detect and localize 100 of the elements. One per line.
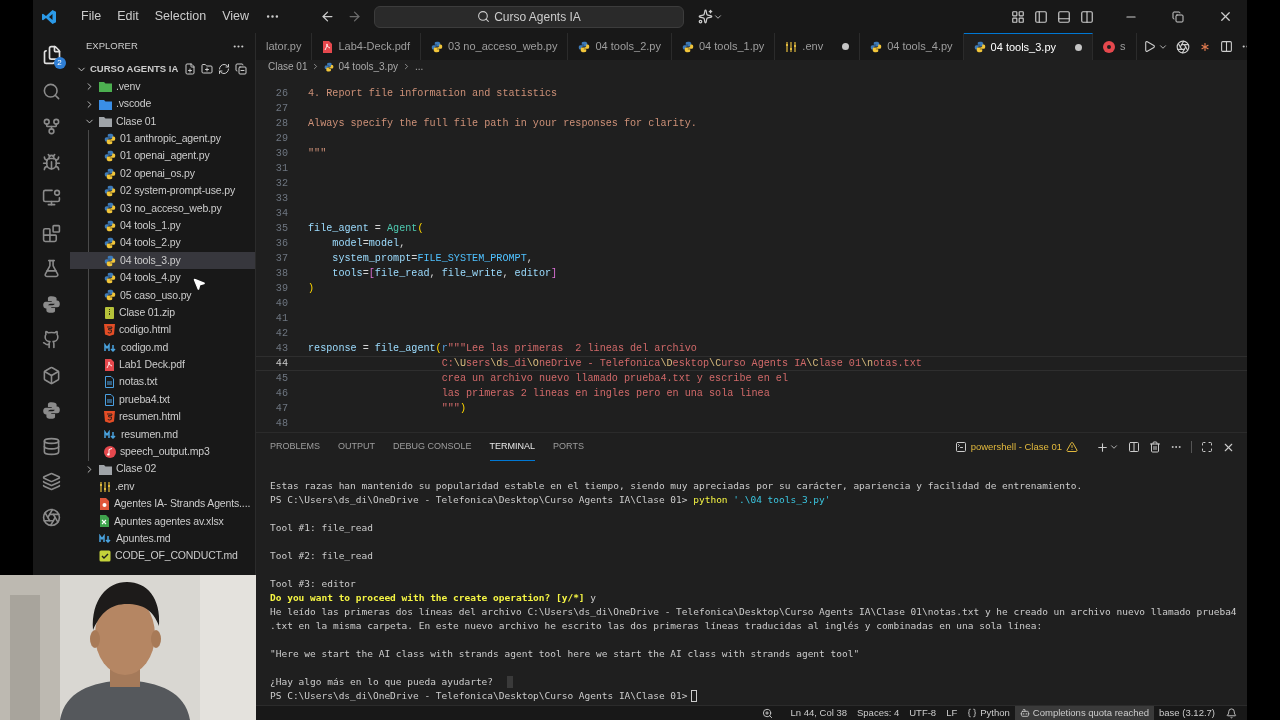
tree-item[interactable]: Clase 01 (70, 112, 255, 131)
editor-tab[interactable]: lator.py (256, 33, 313, 60)
tree-item[interactable]: 01 anthropic_agent.py (70, 130, 255, 148)
restore-icon[interactable] (1172, 10, 1184, 23)
tree-item[interactable]: 01 openai_agent.py (70, 147, 255, 165)
status-item[interactable]: Ln 44, Col 38 (785, 706, 852, 720)
split-icon[interactable] (1080, 9, 1094, 24)
line-number: 38 (274, 266, 288, 281)
tree-item[interactable]: .venv (70, 78, 255, 96)
breadcrumb-item[interactable]: 04 tools_3.py (338, 59, 398, 74)
tree-item[interactable]: CODE_OF_CONDUCT.md (70, 547, 255, 565)
tree-item[interactable]: 04 tools_3.py (70, 251, 255, 270)
maximize-icon[interactable] (1201, 441, 1213, 453)
folder-icon (99, 98, 112, 110)
box-icon[interactable] (42, 365, 61, 385)
breadcrumb-item[interactable]: ... (414, 59, 424, 74)
flask-icon[interactable] (42, 259, 61, 278)
tree-item[interactable]: resumen.html (70, 408, 255, 426)
panel-tab[interactable]: PORTS (553, 433, 584, 461)
status-item[interactable]: Python (962, 706, 1015, 720)
editor-tab[interactable]: .env (775, 33, 861, 60)
tree-item[interactable]: Apuntes.md (70, 530, 255, 548)
tree-item[interactable]: 05 caso_uso.py (70, 286, 255, 305)
tree-item[interactable]: Agentes IA- Strands Agents.... (70, 495, 255, 513)
refresh-icon[interactable] (218, 63, 230, 75)
github-icon[interactable] (42, 330, 61, 349)
terminal-name[interactable]: powershell - Clase 01 (970, 439, 1062, 455)
tree-item[interactable]: Apuntes agentes av.xlsx (70, 512, 255, 531)
tree-item[interactable]: codigo.html (70, 321, 255, 339)
panel-tab[interactable]: TERMINAL (489, 433, 536, 461)
split-icon[interactable] (1219, 40, 1233, 53)
bug-icon[interactable] (42, 152, 61, 172)
python-icon[interactable] (42, 294, 61, 314)
editor-tab[interactable]: 04 tools_4.py (860, 33, 964, 60)
editor-tab[interactable]: 03 no_acceso_web.py (421, 33, 569, 60)
editor-tab[interactable]: Lab4-Deck.pdf (312, 33, 421, 60)
new-file-icon[interactable] (184, 63, 196, 75)
new-folder-icon[interactable] (201, 63, 213, 75)
layers-icon[interactable] (42, 472, 61, 491)
panel-toggle-icon[interactable] (1057, 9, 1071, 24)
menu-item[interactable]: File (73, 7, 110, 26)
run-icon[interactable] (1142, 40, 1156, 53)
collapse-icon[interactable] (235, 63, 247, 75)
status-item[interactable]: base (3.12.7) (1154, 706, 1220, 720)
monitor-icon[interactable] (42, 188, 61, 207)
panel-tab[interactable]: PROBLEMS (270, 433, 320, 461)
menu-item[interactable]: Selection (146, 7, 215, 26)
layout-icon[interactable] (1011, 9, 1025, 24)
tree-item[interactable]: .vscode (70, 95, 255, 113)
tree-item[interactable]: Lab1 Deck.pdf (70, 356, 255, 374)
add-icon[interactable] (1096, 440, 1109, 454)
tree-item[interactable]: 03 no_acceso_web.py (70, 199, 255, 218)
python-icon (104, 185, 116, 198)
folder-header[interactable]: CURSO AGENTS IA (70, 60, 255, 78)
tree-item[interactable]: .env (70, 478, 255, 496)
status-item[interactable]: Completions quota reached (1014, 706, 1154, 720)
menu-item[interactable]: View (214, 7, 257, 26)
aperture-icon[interactable] (1175, 39, 1190, 54)
editor-tab[interactable]: 04 tools_1.py (671, 33, 776, 60)
branch-icon[interactable] (42, 117, 61, 136)
split-icon[interactable] (1128, 441, 1140, 453)
sparkles-icon[interactable] (698, 9, 713, 24)
tree-item[interactable]: 04 tools_1.py (70, 217, 255, 235)
sidebar-toggle-icon[interactable] (1034, 9, 1048, 24)
extensions-icon[interactable] (42, 223, 61, 243)
tree-item[interactable]: 04 tools_2.py (70, 234, 255, 252)
tree-item[interactable]: 02 openai_os.py (70, 164, 255, 183)
panel-tab[interactable]: OUTPUT (338, 433, 375, 461)
tree-item[interactable]: codigo.md (70, 338, 255, 357)
status-item[interactable]: UTF-8 (904, 706, 942, 720)
tree-item[interactable]: speech_output.mp3 (70, 443, 255, 461)
back-icon[interactable] (320, 9, 335, 24)
close-icon[interactable] (1218, 9, 1233, 24)
zoom-icon[interactable] (762, 707, 774, 719)
tree-item[interactable]: Clase 01.zip (70, 304, 255, 322)
database-icon[interactable] (42, 436, 61, 456)
aperture-icon[interactable] (42, 507, 61, 527)
bell-icon[interactable] (1226, 707, 1237, 719)
trash-icon[interactable] (1149, 441, 1161, 453)
search-field[interactable]: Curso Agents IA (374, 5, 684, 28)
tree-item[interactable]: resumen.md (70, 425, 255, 444)
editor-tab[interactable]: 04 tools_3.py (963, 33, 1094, 60)
tree-item[interactable]: prueba4.txt (70, 391, 255, 409)
tree-item[interactable]: Clase 02 (70, 460, 255, 478)
terminal-line: Tool #1: file_read (270, 520, 373, 535)
breadcrumb-item[interactable]: Clase 01 (268, 59, 308, 74)
panel-tab[interactable]: DEBUG CONSOLE (393, 433, 472, 461)
tree-item[interactable]: 02 system-prompt-use.py (70, 182, 255, 200)
menu-item[interactable]: Edit (109, 7, 147, 26)
search-icon[interactable] (42, 81, 61, 101)
python-icon[interactable] (42, 401, 61, 420)
tree-item[interactable]: notas.txt (70, 373, 255, 392)
editor-tab[interactable]: s (1093, 33, 1137, 60)
files-icon[interactable] (41, 45, 62, 65)
forward-icon[interactable] (347, 9, 362, 24)
caret-icon[interactable] (1109, 442, 1119, 452)
tree-item[interactable]: 04 tools_4.py (70, 269, 255, 287)
status-item[interactable]: Spaces: 4 (852, 706, 905, 720)
status-item[interactable]: LF (941, 706, 963, 720)
editor-tab[interactable]: 04 tools_2.py (568, 33, 672, 60)
